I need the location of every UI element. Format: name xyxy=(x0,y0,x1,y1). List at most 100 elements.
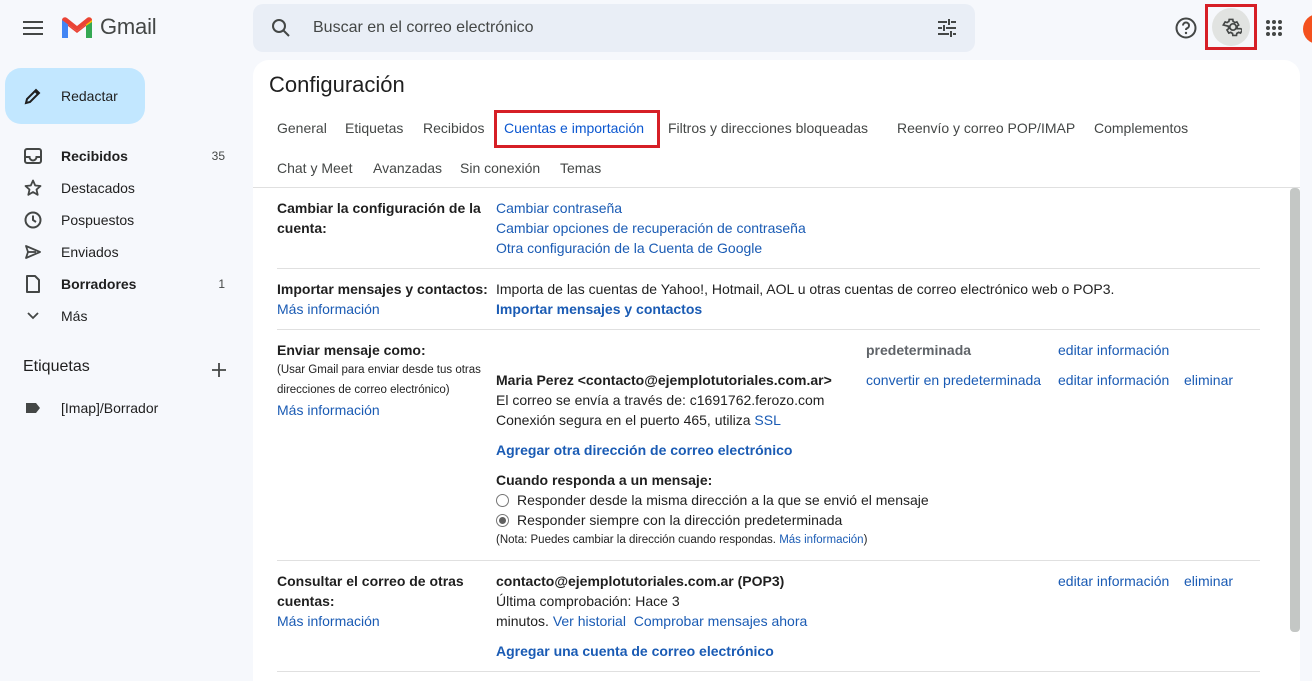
radio-same-address[interactable] xyxy=(496,494,509,507)
import-description: Importa de las cuentas de Yahoo!, Hotmai… xyxy=(496,281,1115,297)
ssl-link[interactable]: SSL xyxy=(754,412,780,428)
reply-option-default[interactable]: Responder siempre con la dirección prede… xyxy=(496,510,842,530)
edit-info-link-2[interactable]: editar información xyxy=(1058,370,1169,390)
section-divider xyxy=(277,671,1260,672)
change-password-link[interactable]: Cambiar contraseña xyxy=(496,200,622,216)
tab-recibidos[interactable]: Recibidos xyxy=(423,120,484,136)
tab-temas[interactable]: Temas xyxy=(560,160,601,176)
labels-heading: Etiquetas xyxy=(23,358,90,375)
pencil-icon xyxy=(24,88,41,105)
tab-reenvio-pop-imap[interactable]: Reenvío y correo POP/IMAP xyxy=(897,120,1075,136)
add-send-address-link[interactable]: Agregar otra dirección de correo electró… xyxy=(496,440,792,460)
send-as-via: El correo se envía a través de: c1691762… xyxy=(496,392,825,408)
last-check-line1: Última comprobación: Hace 3 xyxy=(496,593,680,609)
section-divider xyxy=(277,268,1260,269)
delete-link[interactable]: eliminar xyxy=(1184,370,1233,390)
send-as-sub1: (Usar Gmail para enviar desde tus otras xyxy=(277,364,481,376)
sidebar-nav: Recibidos 35 Destacados Pospuestos Envia… xyxy=(0,140,245,332)
check-mail-more-info-link[interactable]: Más información xyxy=(277,613,380,629)
reply-title: Cuando responda a un mensaje: xyxy=(496,472,713,488)
search-icon[interactable] xyxy=(261,8,301,48)
search-options-icon[interactable] xyxy=(927,8,967,48)
pop3-account: contacto@ejemplotutoriales.com.ar (POP3) xyxy=(496,573,785,589)
scrollbar[interactable] xyxy=(1290,188,1300,632)
chevron-down-icon xyxy=(24,307,42,325)
sidebar-item-mas[interactable]: Más xyxy=(0,300,245,332)
import-label-block: Importar mensajes y contactos: Más infor… xyxy=(277,279,488,319)
sidebar-item-label: Pospuestos xyxy=(61,212,135,228)
search-input[interactable]: Buscar en el correo electrónico xyxy=(313,19,534,37)
sidebar-item-enviados[interactable]: Enviados xyxy=(0,236,245,268)
tab-general[interactable]: General xyxy=(277,120,327,136)
star-icon xyxy=(24,179,42,197)
draft-count: 1 xyxy=(218,277,225,291)
reply-option-label: Responder desde la misma dirección a la … xyxy=(517,492,929,508)
sidebar-item-pospuestos[interactable]: Pospuestos xyxy=(0,204,245,236)
settings-button[interactable] xyxy=(1205,4,1257,50)
sidebar-item-destacados[interactable]: Destacados xyxy=(0,172,245,204)
send-as-details: Maria Perez <contacto@ejemplotutoriales.… xyxy=(496,370,832,430)
unread-count: 35 xyxy=(211,149,225,163)
account-label-line2: cuenta: xyxy=(277,220,327,236)
note-text: (Nota: Puedes cambiar la dirección cuand… xyxy=(496,534,776,546)
main-menu-button[interactable] xyxy=(14,10,52,46)
section-divider xyxy=(277,560,1260,561)
reply-option-label: Responder siempre con la dirección prede… xyxy=(517,512,843,528)
tab-sin-conexion[interactable]: Sin conexión xyxy=(460,160,540,176)
add-mail-account-link[interactable]: Agregar una cuenta de correo electrónico xyxy=(496,641,774,661)
send-as-label-block: Enviar mensaje como: (Usar Gmail para en… xyxy=(277,340,495,420)
tab-complementos[interactable]: Complementos xyxy=(1094,120,1188,136)
check-mail-label-block: Consultar el correo de otras cuentas: Má… xyxy=(277,571,464,631)
edit-pop3-link[interactable]: editar información xyxy=(1058,571,1169,591)
check-now-link[interactable]: Comprobar mensajes ahora xyxy=(634,613,808,629)
import-content: Importa de las cuentas de Yahoo!, Hotmai… xyxy=(496,279,1114,319)
sidebar-item-label: Más xyxy=(61,308,88,324)
tab-avanzadas[interactable]: Avanzadas xyxy=(373,160,442,176)
tab-chat-meet[interactable]: Chat y Meet xyxy=(277,160,352,176)
avatar[interactable] xyxy=(1303,14,1312,44)
gmail-m-icon xyxy=(62,17,92,38)
sidebar-item-recibidos[interactable]: Recibidos 35 xyxy=(0,140,245,172)
default-label: predeterminada xyxy=(866,342,972,358)
tabs-divider xyxy=(253,187,1300,188)
send-icon xyxy=(24,243,42,261)
tab-etiquetas[interactable]: Etiquetas xyxy=(345,120,403,136)
edit-info-link[interactable]: editar información xyxy=(1058,340,1169,360)
gmail-logo[interactable]: Gmail xyxy=(60,14,157,40)
sidebar-item-label: Enviados xyxy=(61,244,119,260)
sidebar-label-imap-borrador[interactable]: [Imap]/Borrador xyxy=(0,392,245,424)
google-account-settings-link[interactable]: Otra configuración de la Cuenta de Googl… xyxy=(496,240,762,256)
last-check-text: minutos. xyxy=(496,613,549,629)
hamburger-icon xyxy=(23,21,43,35)
check-mail-label-line1: Consultar el correo de otras xyxy=(277,573,464,589)
sidebar-item-label: Recibidos xyxy=(61,148,128,164)
apps-grid-icon[interactable] xyxy=(1254,8,1294,48)
import-messages-link[interactable]: Importar mensajes y contactos xyxy=(496,301,702,317)
make-default-link[interactable]: convertir en predeterminada xyxy=(866,370,1041,390)
sidebar-item-label: Destacados xyxy=(61,180,135,196)
delete-pop3-link[interactable]: eliminar xyxy=(1184,571,1233,591)
section-divider xyxy=(277,329,1260,330)
tab-filtros[interactable]: Filtros y direcciones bloqueadas xyxy=(668,120,868,136)
radio-default-address[interactable] xyxy=(496,514,509,527)
inbox-icon xyxy=(24,147,42,165)
note-more-info-link[interactable]: Más información xyxy=(779,534,863,546)
sidebar-item-label: Borradores xyxy=(61,276,137,292)
recovery-options-link[interactable]: Cambiar opciones de recuperación de cont… xyxy=(496,220,806,236)
reply-option-same[interactable]: Responder desde la misma dirección a la … xyxy=(496,490,929,510)
label-name: [Imap]/Borrador xyxy=(61,400,159,416)
help-icon[interactable] xyxy=(1166,8,1206,48)
search-bar[interactable]: Buscar en el correo electrónico xyxy=(253,4,975,52)
add-label-icon[interactable] xyxy=(199,350,239,390)
view-history-link[interactable]: Ver historial xyxy=(553,613,626,629)
send-as-address: Maria Perez <contacto@ejemplotutoriales.… xyxy=(496,372,832,388)
check-mail-details: contacto@ejemplotutoriales.com.ar (POP3)… xyxy=(496,571,807,631)
import-more-info-link[interactable]: Más información xyxy=(277,301,380,317)
compose-button[interactable]: Redactar xyxy=(5,68,145,124)
clock-icon xyxy=(24,211,42,229)
send-as-label: Enviar mensaje como: xyxy=(277,342,426,358)
sidebar-item-borradores[interactable]: Borradores 1 xyxy=(0,268,245,300)
app-name: Gmail xyxy=(100,14,157,39)
send-as-more-info-link[interactable]: Más información xyxy=(277,402,380,418)
tab-cuentas-importacion[interactable]: Cuentas e importación xyxy=(504,120,644,136)
